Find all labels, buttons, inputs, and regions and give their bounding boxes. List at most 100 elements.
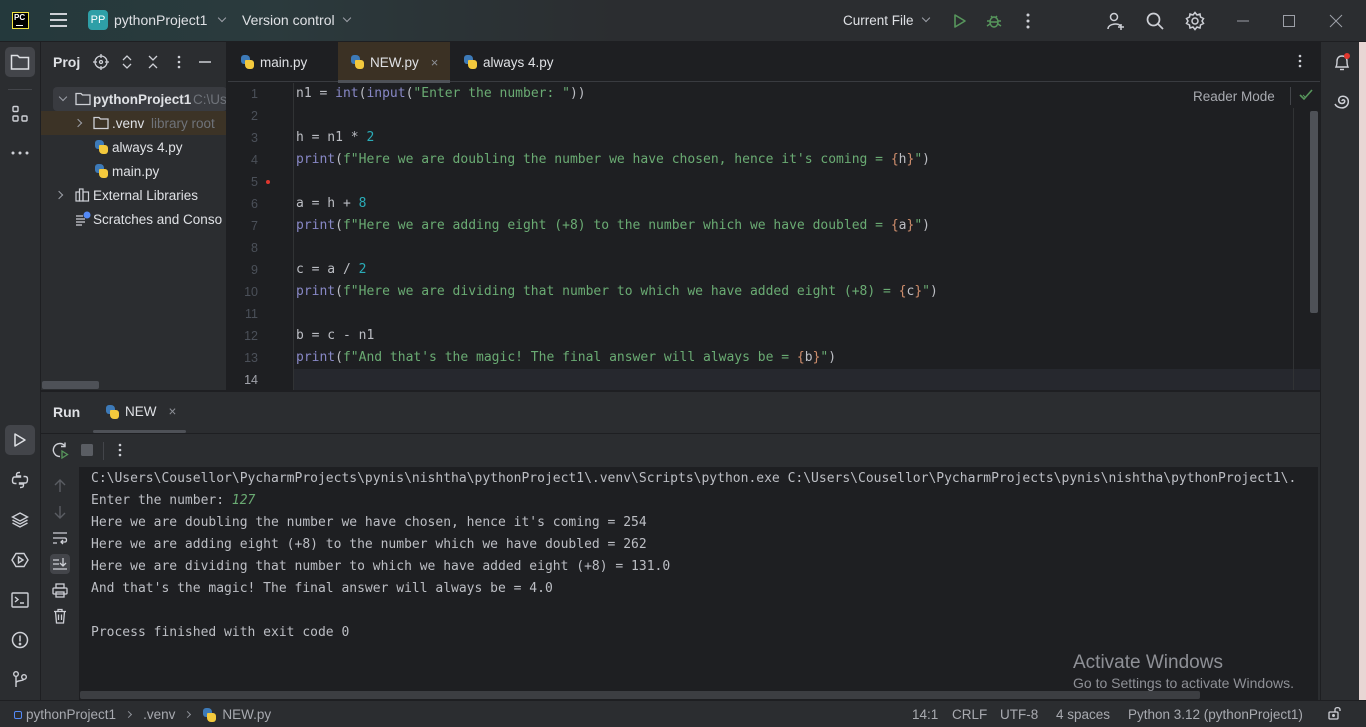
python-packages-layers-icon[interactable]	[5, 505, 35, 535]
scroll-up-arrow-icon[interactable]	[50, 476, 70, 496]
breadcrumb: pythonProject1 .venv NEW.py	[14, 707, 271, 722]
project-horizontal-scrollbar[interactable]	[42, 381, 99, 389]
stop-icon[interactable]	[77, 440, 97, 460]
run-icon[interactable]	[949, 10, 971, 32]
search-icon[interactable]	[1144, 10, 1166, 32]
soft-wrap-icon[interactable]	[50, 528, 70, 548]
python-console-icon[interactable]	[5, 465, 35, 495]
scroll-to-end-icon[interactable]	[50, 554, 70, 574]
code-line-10: print(f"Here we are dividing that number…	[296, 284, 938, 299]
ai-assistant-spiral-icon[interactable]	[1327, 86, 1357, 116]
terminal-icon[interactable]	[5, 585, 35, 615]
chevron-right-icon[interactable]	[54, 190, 64, 200]
current-line-highlight	[228, 369, 1320, 390]
tree-item-scratches[interactable]: Scratches and Conso	[41, 207, 226, 231]
caret-position[interactable]: 14:1	[912, 707, 938, 722]
services-icon[interactable]	[5, 545, 35, 575]
breakpoint-marker[interactable]	[266, 180, 270, 184]
run-tab-new[interactable]: NEW ×	[105, 404, 176, 419]
line-number: 8	[251, 241, 258, 255]
tree-label: Scratches and Conso	[93, 211, 223, 227]
code-line-12: b = c - n1	[296, 328, 375, 343]
scroll-down-arrow-icon[interactable]	[50, 502, 70, 522]
interpreter-selector[interactable]: Python 3.12 (pythonProject1)	[1128, 707, 1303, 722]
close-tab-icon[interactable]: ×	[431, 55, 439, 70]
line-ending-selector[interactable]: CRLF	[952, 707, 987, 722]
code-line-7: print(f"Here we are adding eight (+8) to…	[296, 218, 930, 233]
line-number: 14	[244, 373, 258, 387]
no-problems-check-icon[interactable]	[1299, 88, 1313, 104]
print-icon[interactable]	[50, 580, 70, 600]
tree-item-venv[interactable]: .venv library root	[41, 111, 226, 135]
run-config-selector[interactable]: Current File	[843, 13, 931, 28]
tree-item-external-libraries[interactable]: External Libraries	[41, 183, 226, 207]
debug-bug-icon[interactable]	[983, 10, 1005, 32]
options-icon[interactable]	[170, 53, 188, 71]
main-menu-icon[interactable]	[50, 13, 67, 27]
code-line-1: n1 = int(input("Enter the number: "))	[296, 86, 586, 101]
close-window-icon[interactable]	[1325, 10, 1347, 32]
tab-label: always 4.py	[483, 54, 554, 70]
project-selector[interactable]: PP pythonProject1	[88, 10, 227, 30]
collapse-all-icon[interactable]	[144, 53, 162, 71]
code-line-9: c = a / 2	[296, 262, 367, 277]
tab-main-py[interactable]: main.py	[240, 42, 307, 82]
indent-selector[interactable]: 4 spaces	[1056, 707, 1110, 722]
project-tool-button[interactable]	[5, 47, 35, 77]
more-tools-icon[interactable]	[5, 138, 35, 168]
chevron-down-icon	[922, 13, 931, 23]
console-output-line: Here we are adding eight (+8) to the num…	[91, 537, 647, 552]
add-user-icon[interactable]	[1105, 10, 1127, 32]
tree-item-file[interactable]: always 4.py	[41, 135, 226, 159]
tab-always-4-py[interactable]: always 4.py	[463, 42, 554, 82]
version-control-menu[interactable]: Version control	[242, 12, 352, 28]
breadcrumb-item[interactable]: .venv	[143, 707, 175, 722]
chevron-right-icon[interactable]	[73, 118, 83, 128]
editor-gutter[interactable]: 1 2 3 4 5 6 7 8 9 10 11 12 13 14	[228, 83, 294, 390]
locate-file-icon[interactable]	[92, 53, 110, 71]
tab-options-icon[interactable]	[1298, 54, 1302, 71]
line-number: 13	[244, 351, 258, 365]
close-run-tab-icon[interactable]: ×	[169, 404, 177, 419]
minimize-window-icon[interactable]	[1232, 10, 1254, 32]
read-only-lock-icon[interactable]	[1328, 706, 1342, 720]
python-file-icon	[463, 55, 477, 69]
settings-gear-icon[interactable]	[1184, 10, 1206, 32]
tree-item-project-root[interactable]: pythonProject1 C:\Us	[53, 87, 226, 111]
console-prompt-line: Enter the number: 127	[91, 493, 256, 508]
maximize-window-icon[interactable]	[1278, 10, 1300, 32]
pycharm-logo-icon[interactable]: PC	[12, 12, 29, 29]
problems-icon[interactable]	[5, 625, 35, 655]
tab-new-py[interactable]: NEW.py ×	[338, 42, 451, 83]
console-horizontal-scrollbar[interactable]	[80, 691, 1200, 699]
tree-label: always 4.py	[112, 139, 183, 155]
project-panel: Proj pythonProject1 C:\Us .venv library …	[41, 42, 227, 390]
encoding-selector[interactable]: UTF-8	[1000, 707, 1038, 722]
breadcrumb-item[interactable]: pythonProject1	[26, 707, 116, 722]
more-actions-icon[interactable]	[1017, 10, 1039, 32]
editor-vertical-scrollbar[interactable]	[1310, 111, 1318, 313]
structure-icon[interactable]	[5, 99, 35, 129]
chevron-down-icon	[342, 13, 352, 23]
line-number: 11	[245, 307, 258, 321]
chevron-down-icon[interactable]	[58, 92, 68, 102]
notifications-bell-icon[interactable]	[1327, 47, 1357, 77]
status-bar: pythonProject1 .venv NEW.py 14:1 CRLF UT…	[0, 700, 1366, 727]
chevron-right-icon	[125, 710, 133, 719]
console-exit-line: Process finished with exit code 0	[91, 625, 350, 640]
python-file-icon	[350, 55, 364, 69]
rerun-icon[interactable]	[50, 440, 70, 460]
divider	[1290, 87, 1291, 105]
tree-item-file[interactable]: main.py	[41, 159, 226, 183]
code-line-13: print(f"And that's the magic! The final …	[296, 350, 837, 365]
more-options-icon[interactable]	[110, 440, 130, 460]
breadcrumb-item[interactable]: NEW.py	[222, 707, 271, 722]
run-tool-button[interactable]	[5, 425, 35, 455]
clear-trash-icon[interactable]	[50, 606, 70, 626]
code-editor[interactable]: 1 2 3 4 5 6 7 8 9 10 11 12 13 14 n1 = in…	[228, 83, 1320, 390]
hide-panel-icon[interactable]	[196, 53, 214, 71]
reader-mode-button[interactable]: Reader Mode	[1193, 89, 1275, 104]
expand-all-icon[interactable]	[118, 53, 136, 71]
activate-windows-watermark: Activate Windows Go to Settings to activ…	[1073, 652, 1294, 691]
git-branch-icon[interactable]	[5, 664, 35, 694]
